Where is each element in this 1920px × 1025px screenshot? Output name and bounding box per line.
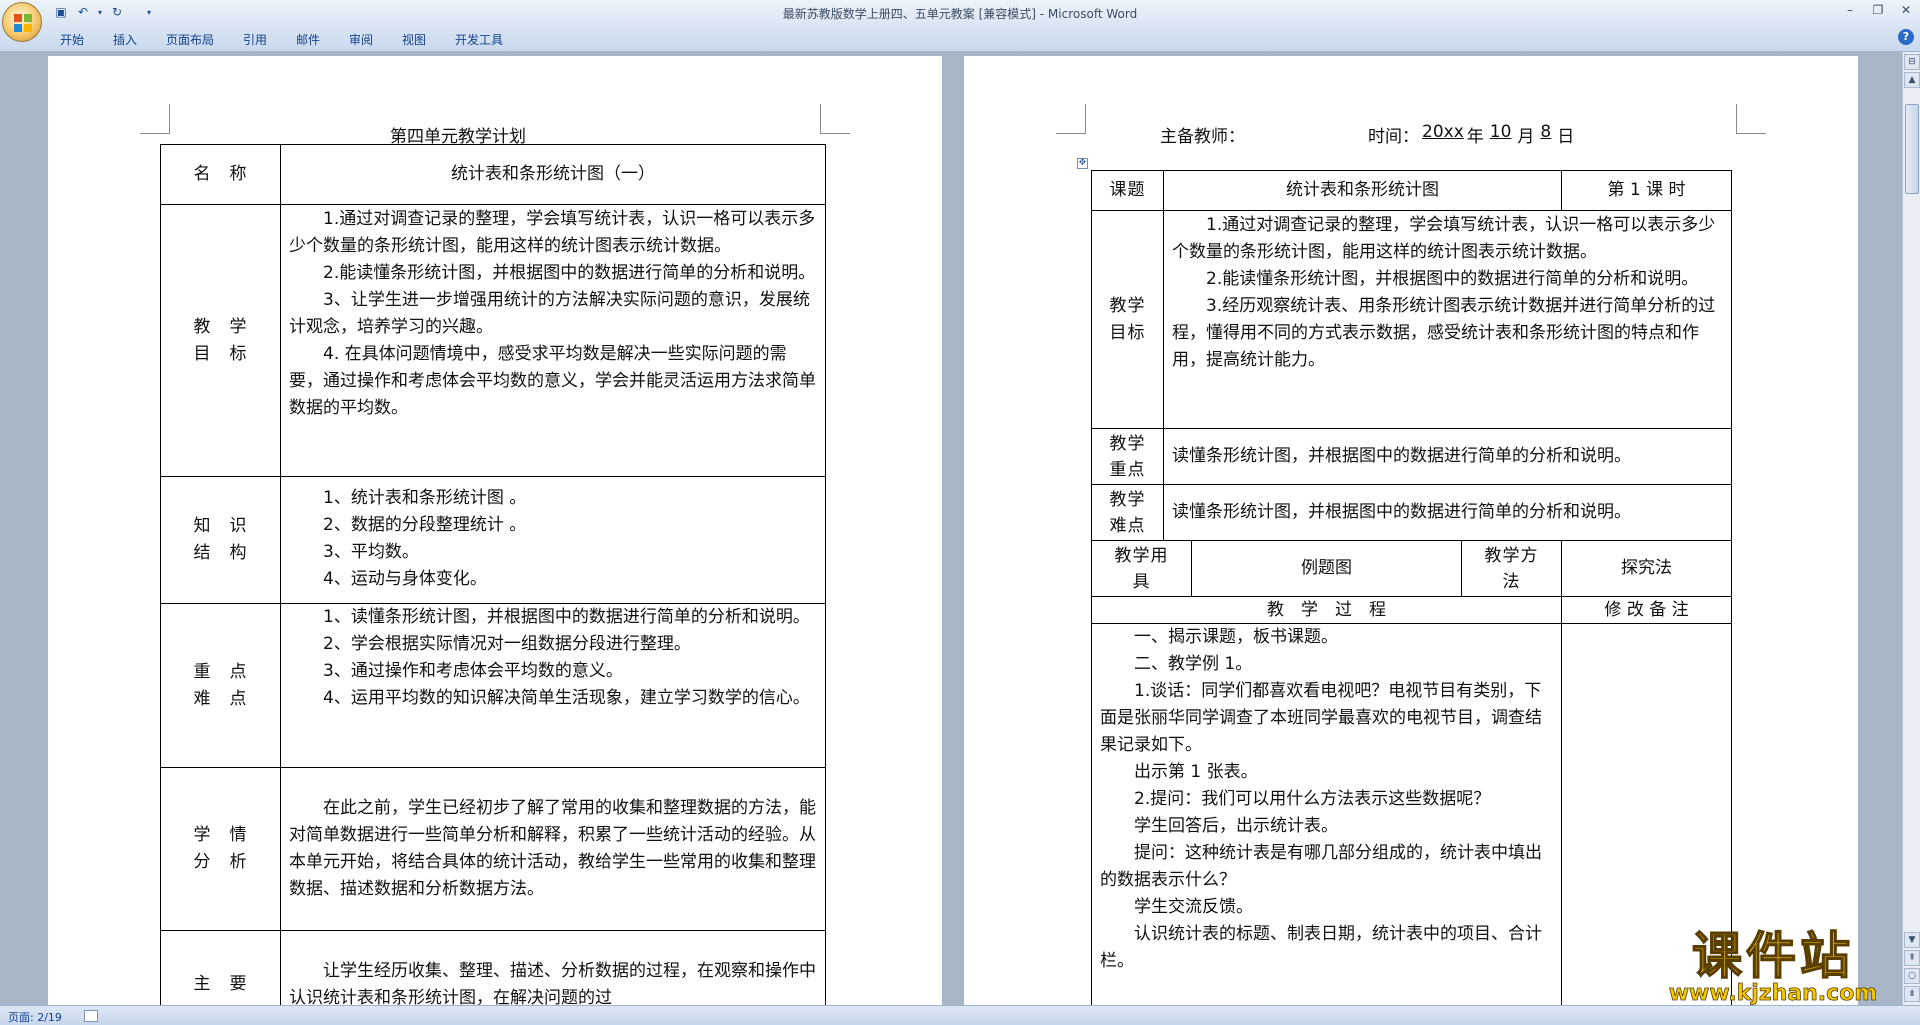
ribbon-tab-bar: 开始 插入 页面布局 引用 邮件 审阅 视图 开发工具 ? xyxy=(0,24,1920,52)
tab-developer[interactable]: 开发工具 xyxy=(455,31,503,48)
lesson-table: 课题 统计表和条形统计图 第 1 课 时 教学 目标 1.通过对调查记录的整理，学… xyxy=(1090,170,1733,1005)
difficulty-label: 教学 难点 xyxy=(1091,484,1164,541)
table-row: 教学 难点 读懂条形统计图，并根据图中的数据进行简单的分析和说明。 xyxy=(1091,484,1733,541)
tools-cell[interactable]: 例题图 xyxy=(1191,540,1462,597)
row-content[interactable]: 统计表和条形统计图（一） xyxy=(280,144,826,205)
tools-label: 教学用具 xyxy=(1091,540,1192,597)
goal-label: 教学 目标 xyxy=(1091,210,1164,429)
window-controls: – ❐ ✕ xyxy=(1836,0,1920,20)
page-count[interactable]: 页面: 2/19 xyxy=(8,1009,62,1025)
table-row: 名 称 统计表和条形统计图（一） xyxy=(160,144,826,205)
document-page-2[interactable]: 主备教师： 时间： 20xx 年 10 月 8 日 ✥ 课题 统计表和条形统计图… xyxy=(964,56,1858,1005)
tab-page-layout[interactable]: 页面布局 xyxy=(166,31,214,48)
table-row: 学 情分 析 在此之前，学生已经初步了解了常用的收集和整理数据的方法，能对简单数… xyxy=(160,767,826,931)
document-page-1[interactable]: 第四单元教学计划 名 称 统计表和条形统计图（一） 教 学目 标 1.通过对调查… xyxy=(48,56,942,1005)
table-row: 教学用具 例题图 教学方法 探究法 xyxy=(1091,540,1733,597)
table-row: 课题 统计表和条形统计图 第 1 课 时 xyxy=(1091,170,1733,211)
corner-mark xyxy=(140,104,170,134)
row-content[interactable]: 1.通过对调查记录的整理，学会填写统计表，认识一格可以表示多少个数量的条形统计图… xyxy=(280,204,826,477)
row-content[interactable]: 1、读懂条形统计图，并根据图中的数据进行简单的分析和说明。 2、学会根据实际情况… xyxy=(280,603,826,768)
teacher-label: 主备教师： xyxy=(1160,127,1245,147)
tab-references[interactable]: 引用 xyxy=(243,31,267,48)
table-row: 教学 目标 1.通过对调查记录的整理，学会填写统计表，认识一格可以表示多少个数量的… xyxy=(1091,210,1733,429)
office-button[interactable] xyxy=(2,2,42,42)
tab-insert[interactable]: 插入 xyxy=(113,31,137,48)
row-content[interactable]: 让学生经历收集、整理、描述、分析数据的过程，在观察和操作中认识统计表和条形统计图… xyxy=(280,930,826,1005)
key-point-cell[interactable]: 读懂条形统计图，并根据图中的数据进行简单的分析和说明。 xyxy=(1162,428,1733,485)
year-field[interactable]: 20xx xyxy=(1419,122,1467,147)
process-cell[interactable]: 一、揭示课题，板书课题。 二、教学例 1。 1.谈话：同学们都喜欢看电视吧？电视… xyxy=(1090,623,1563,1005)
method-label: 教学方法 xyxy=(1460,540,1563,597)
corner-mark xyxy=(1736,104,1766,134)
row-label: 主 要 xyxy=(160,930,281,1005)
proofing-icon[interactable] xyxy=(84,1010,98,1022)
table-row: 一、揭示课题，板书课题。 二、教学例 1。 1.谈话：同学们都喜欢看电视吧？电视… xyxy=(1090,623,1733,1005)
status-bar: 页面: 2/19 xyxy=(0,1005,1920,1025)
site-watermark: 课件站 www.kjzhan.com xyxy=(1668,927,1878,1006)
lesson-cell[interactable]: 第 1 课 时 xyxy=(1561,170,1733,211)
ruler-toggle-icon[interactable]: ⊟ xyxy=(1904,54,1920,70)
row-label: 学 情分 析 xyxy=(160,767,281,931)
tab-home[interactable]: 开始 xyxy=(60,31,84,48)
browse-object-icon[interactable]: ○ xyxy=(1904,968,1920,984)
month-field[interactable]: 10 xyxy=(1484,122,1518,147)
tab-view[interactable]: 视图 xyxy=(402,31,426,48)
topic-label: 课题 xyxy=(1091,170,1164,211)
row-label: 教 学目 标 xyxy=(160,204,281,477)
goals-cell[interactable]: 1.通过对调查记录的整理，学会填写统计表，认识一格可以表示多少个数量的条形统计图… xyxy=(1162,210,1733,429)
scrollbar-thumb[interactable] xyxy=(1905,104,1919,194)
date-line: 时间： 20xx 年 10 月 8 日 xyxy=(1368,122,1575,147)
difficulty-cell[interactable]: 读懂条形统计图，并根据图中的数据进行简单的分析和说明。 xyxy=(1162,484,1733,541)
topic-cell[interactable]: 统计表和条形统计图 xyxy=(1162,170,1563,211)
tab-review[interactable]: 审阅 xyxy=(349,31,373,48)
row-label: 知 识结 构 xyxy=(160,476,281,604)
title-bar: ▣ ↶ ▾ ↻ ▾ 最新苏教版数学上册四、五单元教案 [兼容模式] - Micr… xyxy=(0,0,1920,24)
table-row: 教 学 过 程 修 改 备 注 xyxy=(1090,596,1733,624)
table-row: 教学 重点 读懂条形统计图，并根据图中的数据进行简单的分析和说明。 xyxy=(1091,428,1733,485)
notes-label: 修 改 备 注 xyxy=(1561,596,1733,624)
tab-mailings[interactable]: 邮件 xyxy=(296,31,320,48)
window-title: 最新苏教版数学上册四、五单元教案 [兼容模式] - Microsoft Word xyxy=(782,7,1138,21)
table-move-handle-icon[interactable]: ✥ xyxy=(1077,158,1088,169)
scroll-down-icon[interactable]: ▼ xyxy=(1904,932,1920,948)
corner-mark xyxy=(1056,104,1086,134)
vertical-scrollbar[interactable]: ⊟ ▲ ▼ ⇞ ○ ⇟ xyxy=(1902,52,1920,1005)
method-cell[interactable]: 探究法 xyxy=(1561,540,1733,597)
minimize-icon[interactable]: – xyxy=(1836,0,1864,20)
row-label: 名 称 xyxy=(160,144,281,205)
table-row: 知 识结 构 1、统计表和条形统计图 。 2、数据的分段整理统计 。 3、平均数… xyxy=(160,476,826,604)
row-label: 重 点难 点 xyxy=(160,603,281,768)
previous-page-icon[interactable]: ⇞ xyxy=(1904,950,1920,966)
corner-mark xyxy=(820,104,850,134)
table-row: 重 点难 点 1、读懂条形统计图，并根据图中的数据进行简单的分析和说明。 2、学… xyxy=(160,603,826,768)
close-icon[interactable]: ✕ xyxy=(1892,0,1920,20)
document-workspace: 第四单元教学计划 名 称 统计表和条形统计图（一） 教 学目 标 1.通过对调查… xyxy=(0,52,1902,1005)
next-page-icon[interactable]: ⇟ xyxy=(1904,986,1920,1002)
table-row: 主 要 让学生经历收集、整理、描述、分析数据的过程，在观察和操作中认识统计表和条… xyxy=(160,930,826,1005)
row-content[interactable]: 1、统计表和条形统计图 。 2、数据的分段整理统计 。 3、平均数。 4、运动与… xyxy=(280,476,826,604)
process-label: 教 学 过 程 xyxy=(1090,596,1563,624)
restore-icon[interactable]: ❐ xyxy=(1864,0,1892,20)
office-logo-icon xyxy=(14,14,32,32)
help-icon[interactable]: ? xyxy=(1898,29,1914,45)
day-field[interactable]: 8 xyxy=(1534,122,1557,147)
row-content[interactable]: 在此之前，学生已经初步了解了常用的收集和整理数据的方法，能对简单数据进行一些简单… xyxy=(280,767,826,931)
plan-table: 名 称 统计表和条形统计图（一） 教 学目 标 1.通过对调查记录的整理，学会填… xyxy=(160,144,826,1005)
scroll-up-icon[interactable]: ▲ xyxy=(1904,72,1920,88)
key-label: 教学 重点 xyxy=(1091,428,1164,485)
table-row: 教 学目 标 1.通过对调查记录的整理，学会填写统计表，认识一格可以表示多少个数… xyxy=(160,204,826,477)
